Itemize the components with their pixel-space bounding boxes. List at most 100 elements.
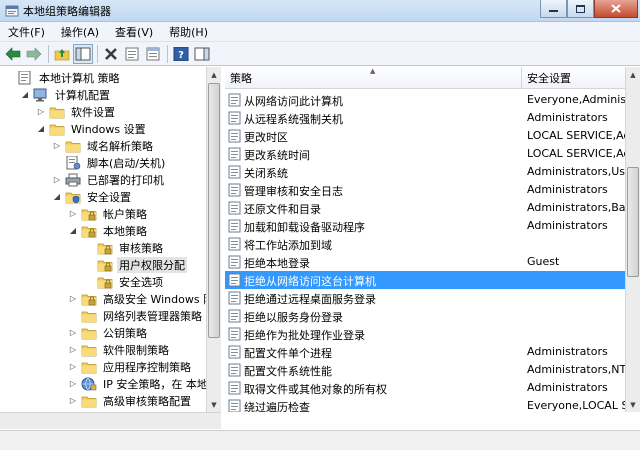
tree-node[interactable]: 网络列表管理器策略 [68,307,204,324]
tree-node[interactable]: 审核策略 [84,239,165,256]
tree-node[interactable]: ▷ 高级审核策略配置 [68,392,193,409]
up-one-level-button[interactable] [52,44,72,64]
tree-node[interactable]: ▷ 应用程序控制策略 [68,358,193,375]
tree-node[interactable]: ▷ 软件限制策略 [68,341,171,358]
tree-node[interactable]: ▷ 已部署的打印机 [52,171,166,188]
folder-icon [81,343,97,357]
tree-node-label: 本地策略 [103,224,147,238]
collapsed-arrow-icon[interactable]: ▷ [68,324,78,341]
tree-node[interactable]: ▷ 软件设置 [36,103,117,120]
policy-name: 拒绝作为批处理作业登录 [244,329,365,342]
collapsed-arrow-icon[interactable]: ▷ [52,171,62,188]
tree-node[interactable]: ▷ IP 安全策略，在 本地计算机 [68,375,220,392]
collapsed-arrow-icon[interactable]: ▷ [68,290,78,307]
tree-vertical-scrollbar[interactable]: ▲ ▼ [206,67,221,412]
policy-row[interactable]: 更改系统时间 LOCAL SERVICE,Administrators [225,145,625,163]
scroll-down-arrow-icon[interactable]: ▼ [207,397,221,412]
policy-row[interactable]: 管理审核和安全日志 Administrators [225,181,625,199]
tree-node[interactable]: ◢ 本地策略 [68,222,149,239]
console-tree-icon [75,47,91,60]
policy-security-setting: Everyone,LOCAL SERVICE [527,399,625,412]
policy-row[interactable]: 拒绝以服务身份登录 [225,307,625,325]
delete-button[interactable] [101,44,121,64]
collapsed-arrow-icon[interactable]: ▷ [68,205,78,222]
help-button[interactable]: ? [171,44,191,64]
scroll-down-arrow-icon[interactable]: ▼ [626,397,640,412]
policy-row[interactable]: 关闭系统 Administrators,Users [225,163,625,181]
tree-node[interactable]: ▷ 高级安全 Windows 防火墙 [68,290,220,307]
policy-row[interactable]: 取得文件或其他对象的所有权 Administrators [225,379,625,397]
policy-row[interactable]: 拒绝作为批处理作业登录 [225,325,625,343]
policy-row[interactable]: 加载和卸载设备驱动程序 Administrators [225,217,625,235]
scrollbar-thumb[interactable] [208,83,220,338]
policy-row[interactable]: 拒绝本地登录 Guest [225,253,625,271]
details-vertical-scrollbar[interactable]: ▲ ▼ [625,67,640,412]
policy-row[interactable]: 拒绝通过远程桌面服务登录 [225,289,625,307]
tree-horizontal-scrollbar[interactable] [0,412,221,429]
policy-setting-icon [228,237,242,251]
policy-name: 拒绝从网络访问这台计算机 [244,275,376,288]
back-button[interactable] [3,44,23,64]
menu-help[interactable]: 帮助(H) [161,24,216,40]
tree-node[interactable]: 用户权限分配 [84,256,187,273]
tree-node[interactable]: ▷ 公钥策略 [68,324,149,341]
column-header-security-setting[interactable]: 安全设置 [522,67,625,89]
policy-row[interactable]: 配置文件系统性能 Administrators,NT Service [225,361,625,379]
tree-node[interactable]: 本地计算机 策略 [4,69,122,86]
tree-node[interactable]: ▷ 帐户策略 [68,205,149,222]
scrollbar-thumb[interactable] [627,167,639,277]
close-button[interactable] [594,0,638,18]
locked-folder-icon [81,224,97,238]
column-header-policy[interactable]: 策略 ▲ [225,67,522,89]
policy-row[interactable]: 绕过遍历检查 Everyone,LOCAL SERVICE [225,397,625,412]
policy-row[interactable]: 配置文件单个进程 Administrators [225,343,625,361]
scroll-up-arrow-icon[interactable]: ▲ [626,67,640,82]
tree-node-label: 公钥策略 [103,326,147,340]
expanded-arrow-icon[interactable]: ◢ [20,86,30,103]
tree-node-label: 审核策略 [119,241,163,255]
tree-node[interactable]: ◢ 计算机配置 [20,86,112,103]
policy-name: 管理审核和安全日志 [244,185,343,198]
tree-node[interactable]: ▷ 域名解析策略 [52,137,155,154]
export-list-button[interactable] [143,44,163,64]
menu-view[interactable]: 查看(V) [107,24,161,40]
collapsed-arrow-icon[interactable]: ▷ [68,341,78,358]
policy-name: 拒绝本地登录 [244,257,310,270]
tree-node[interactable]: 安全选项 [84,273,165,290]
locked-folder-icon [97,241,113,255]
tree-node[interactable]: ◢ Windows 设置 [36,120,148,137]
expanded-arrow-icon[interactable]: ◢ [36,120,46,137]
tree-node[interactable]: 脚本(启动/关机) [52,154,167,171]
forward-button[interactable] [24,44,44,64]
folder-icon [65,139,81,153]
maximize-button[interactable] [567,0,594,18]
folder-icon [49,122,65,136]
tree-node-label: 计算机配置 [55,88,110,102]
expanded-arrow-icon[interactable]: ◢ [68,222,78,239]
collapsed-arrow-icon[interactable]: ▷ [68,392,78,409]
window-title: 本地组策略编辑器 [23,4,111,18]
show-action-pane-button[interactable] [192,44,212,64]
collapsed-arrow-icon[interactable]: ▷ [52,137,62,154]
properties-button[interactable] [122,44,142,64]
menu-file[interactable]: 文件(F) [0,24,53,40]
policy-row[interactable]: 还原文件和目录 Administrators,Backup [225,199,625,217]
show-hide-console-tree-button[interactable] [73,43,93,64]
menu-action[interactable]: 操作(A) [53,24,107,40]
scroll-up-arrow-icon[interactable]: ▲ [207,67,221,82]
minimize-button[interactable] [540,0,567,18]
collapsed-arrow-icon[interactable]: ▷ [36,103,46,120]
expanded-arrow-icon[interactable]: ◢ [52,188,62,205]
policy-row[interactable]: 拒绝从网络访问这台计算机 [225,271,625,289]
policy-security-setting: Administrators [527,345,608,358]
collapsed-arrow-icon[interactable]: ▷ [68,375,78,392]
tree-node[interactable]: ◢ 安全设置 [52,188,133,205]
toolbar-separator [97,44,98,63]
column-header-security-label: 安全设置 [527,71,571,85]
tree-node-label: IP 安全策略，在 本地计算机 [103,377,220,391]
collapsed-arrow-icon[interactable]: ▷ [68,358,78,375]
policy-row[interactable]: 从网络访问此计算机 Everyone,Administrators [225,91,625,109]
policy-row[interactable]: 将工作站添加到域 [225,235,625,253]
policy-row[interactable]: 更改时区 LOCAL SERVICE,Administrators [225,127,625,145]
policy-row[interactable]: 从远程系统强制关机 Administrators [225,109,625,127]
